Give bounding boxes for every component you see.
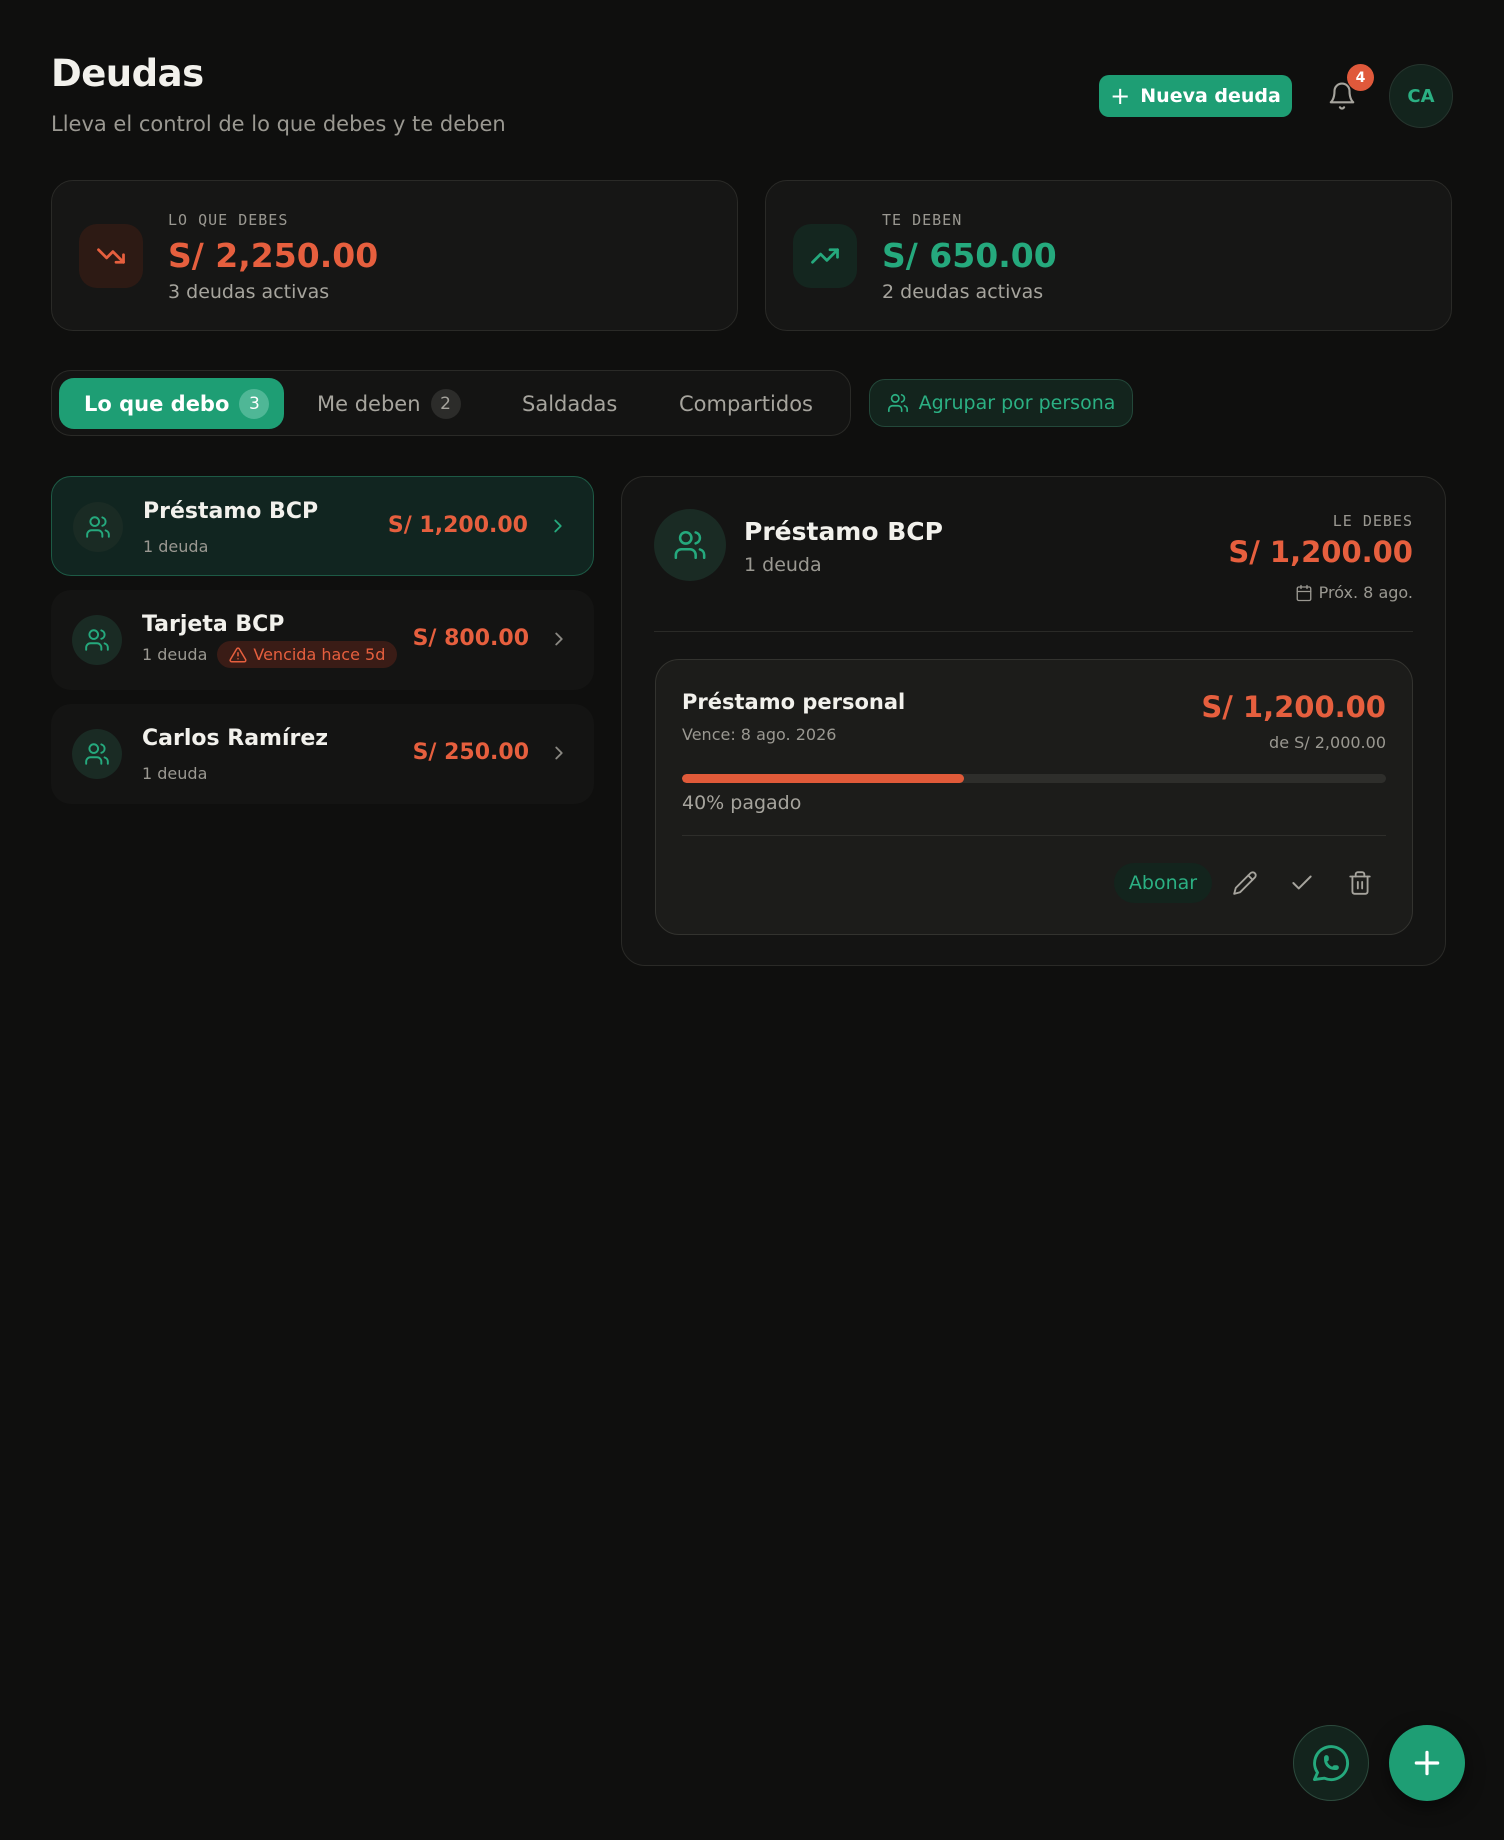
list-item-amount: S/ 250.00 <box>412 740 529 765</box>
list-item-name: Tarjeta BCP <box>142 612 285 637</box>
users-icon <box>85 743 109 765</box>
list-item-name: Carlos Ramírez <box>142 726 329 751</box>
stat-owe-label: LO QUE DEBES <box>168 211 289 229</box>
list-item-count: 1 deuda <box>142 645 208 664</box>
pay-button[interactable]: Abonar <box>1114 863 1212 903</box>
debts-page: Deudas Lleva el control de lo que debes … <box>0 0 1504 1840</box>
tabs-bar: Lo que debo 3 Me deben 2 Saldadas Compar… <box>51 370 851 436</box>
users-icon <box>85 629 109 651</box>
list-item-sub: 1 deuda <box>142 764 207 783</box>
stat-owed-amount: S/ 650.00 <box>882 236 1057 275</box>
avatar[interactable]: CA <box>1389 64 1453 128</box>
mark-paid-button[interactable] <box>1286 867 1318 899</box>
list-item[interactable]: Tarjeta BCP 1 deuda Vencida hace 5d S/ 8… <box>51 590 594 690</box>
stat-card-owe: LO QUE DEBES S/ 2,250.00 3 deudas activa… <box>51 180 738 331</box>
list-item-sub: 1 deuda <box>143 537 208 556</box>
detail-sub: 1 deuda <box>744 554 822 576</box>
tab-label: Saldadas <box>522 391 618 416</box>
overdue-badge: Vencida hace 5d <box>217 641 398 668</box>
detail-label: LE DEBES <box>1332 512 1413 530</box>
divider <box>682 835 1386 836</box>
detail-next-date: Próx. 8 ago. <box>1295 583 1413 602</box>
detail-name: Préstamo BCP <box>744 517 943 546</box>
check-icon <box>1292 875 1312 890</box>
stat-owed-icon-box <box>793 224 857 288</box>
list-item-count: 1 deuda <box>142 764 208 783</box>
notification-badge: 4 <box>1347 64 1374 91</box>
stat-owed-label: TE DEBEN <box>882 211 963 229</box>
plus-icon <box>1414 1750 1440 1776</box>
tab-count: 3 <box>239 388 270 419</box>
list-item-name: Préstamo BCP <box>143 499 319 524</box>
stat-owe-icon-box <box>79 224 143 288</box>
detail-avatar <box>654 509 726 581</box>
group-by-person-button[interactable]: Agrupar por persona <box>869 379 1133 427</box>
detail-panel: Préstamo BCP 1 deuda LE DEBES S/ 1,200.0… <box>621 476 1446 966</box>
list-item-count: 1 deuda <box>143 537 209 556</box>
debt-title: Préstamo personal <box>682 690 906 714</box>
add-fab-button[interactable] <box>1389 1725 1465 1801</box>
alert-triangle-icon <box>229 646 247 662</box>
tab-lo-que-debo[interactable]: Lo que debo 3 <box>59 378 284 429</box>
list-item[interactable]: Préstamo BCP 1 deuda S/ 1,200.00 <box>51 476 594 576</box>
person-avatar <box>72 615 122 665</box>
tab-label: Compartidos <box>679 391 813 416</box>
plus-icon: + <box>1110 82 1131 110</box>
tab-compartidos[interactable]: Compartidos <box>679 378 813 429</box>
delete-button[interactable] <box>1344 867 1376 899</box>
detail-amount: S/ 1,200.00 <box>1228 535 1413 569</box>
users-icon <box>86 516 110 538</box>
detail-next-date-text: Próx. 8 ago. <box>1318 583 1413 602</box>
users-icon <box>887 393 908 413</box>
trending-down-icon <box>97 248 125 264</box>
page-title: Deudas <box>51 52 204 95</box>
tab-label: Lo que debo <box>84 391 230 416</box>
overdue-badge-label: Vencida hace 5d <box>253 645 386 664</box>
new-debt-button[interactable]: + Nueva deuda <box>1099 75 1292 117</box>
stat-owe-amount: S/ 2,250.00 <box>168 236 379 275</box>
tab-me-deben[interactable]: Me deben 2 <box>317 378 461 429</box>
page-subtitle: Lleva el control de lo que debes y te de… <box>51 112 506 136</box>
list-item-amount: S/ 800.00 <box>412 626 529 651</box>
person-avatar <box>72 729 122 779</box>
stat-card-owed: TE DEBEN S/ 650.00 2 deudas activas <box>765 180 1452 331</box>
group-by-person-label: Agrupar por persona <box>918 392 1116 414</box>
new-debt-label: Nueva deuda <box>1140 85 1281 107</box>
trash-icon <box>1349 871 1371 895</box>
progress-bar <box>682 774 1386 783</box>
chevron-right-icon <box>555 746 563 760</box>
pencil-icon <box>1233 871 1257 895</box>
list-item-amount: S/ 1,200.00 <box>387 513 528 538</box>
divider <box>654 631 1413 632</box>
trending-up-icon <box>811 248 839 264</box>
tab-count: 2 <box>430 388 461 419</box>
whatsapp-icon <box>1313 1745 1350 1782</box>
debt-card: Préstamo personal Vence: 8 ago. 2026 S/ … <box>655 659 1413 935</box>
chevron-right-icon <box>554 519 562 533</box>
debt-due-date: Vence: 8 ago. 2026 <box>682 725 837 744</box>
progress-fill <box>682 774 964 783</box>
progress-text: 40% pagado <box>682 792 802 814</box>
stat-owe-sub: 3 deudas activas <box>168 281 330 303</box>
calendar-icon <box>1296 584 1312 601</box>
list-item-sub: 1 deuda Vencida hace 5d <box>142 641 398 668</box>
stat-owed-sub: 2 deudas activas <box>882 281 1044 303</box>
list-item[interactable]: Carlos Ramírez 1 deuda S/ 250.00 <box>51 704 594 804</box>
edit-button[interactable] <box>1229 867 1261 899</box>
tab-label: Me deben <box>317 391 421 416</box>
whatsapp-button[interactable] <box>1293 1725 1369 1801</box>
person-avatar <box>73 502 123 552</box>
tab-saldadas[interactable]: Saldadas <box>522 378 617 429</box>
users-icon <box>674 530 706 560</box>
chevron-right-icon <box>555 632 563 646</box>
debt-amount: S/ 1,200.00 <box>1201 690 1386 724</box>
debt-total: de S/ 2,000.00 <box>1269 733 1386 752</box>
